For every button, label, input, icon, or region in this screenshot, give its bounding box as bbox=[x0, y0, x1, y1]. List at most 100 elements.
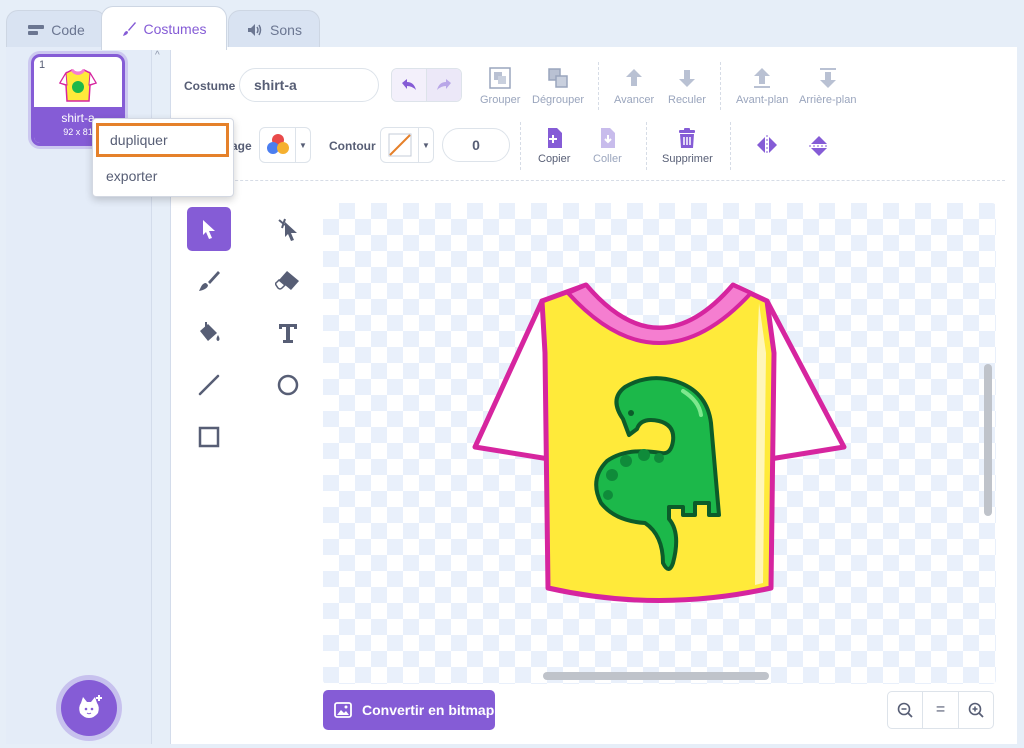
flip-vertical-button[interactable] bbox=[808, 134, 830, 162]
convert-bitmap-button[interactable]: Convertir en bitmap bbox=[323, 690, 495, 730]
ungroup-label: Dégrouper bbox=[532, 94, 584, 106]
tab-costumes[interactable]: Costumes bbox=[101, 6, 227, 50]
fill-dropdown-icon: ▼ bbox=[299, 140, 307, 150]
costume-name-label: Costume bbox=[184, 79, 236, 93]
reshape-icon bbox=[278, 218, 297, 241]
flip-horizontal-button[interactable] bbox=[755, 134, 779, 160]
zoom-reset-button[interactable]: = bbox=[923, 692, 959, 728]
backward-icon bbox=[678, 70, 695, 87]
zoom-in-button[interactable] bbox=[959, 692, 993, 728]
reshape-tool[interactable] bbox=[266, 207, 310, 251]
paste-label: Coller bbox=[593, 153, 622, 165]
context-menu: dupliquer exporter bbox=[92, 118, 234, 197]
flip-vertical-icon bbox=[809, 136, 829, 156]
list-scroll-up-icon[interactable]: ^ bbox=[155, 50, 160, 61]
stroke-swatch-icon bbox=[388, 133, 411, 157]
drawing-canvas[interactable] bbox=[323, 203, 996, 684]
copy-button[interactable]: Copier bbox=[538, 127, 570, 165]
text-t-icon bbox=[279, 324, 297, 343]
group-icon bbox=[489, 67, 511, 89]
shirt-drawing bbox=[472, 282, 847, 603]
arrow-pointer-icon bbox=[203, 220, 215, 239]
back-icon bbox=[819, 68, 836, 88]
redo-button[interactable] bbox=[426, 69, 461, 101]
brush-icon bbox=[123, 21, 137, 36]
menu-item-export[interactable]: exporter bbox=[95, 159, 231, 193]
tab-code[interactable]: Code bbox=[6, 10, 106, 48]
undo-button[interactable] bbox=[392, 69, 427, 101]
select-tool[interactable] bbox=[187, 207, 231, 251]
text-tool[interactable] bbox=[266, 311, 310, 355]
tab-sounds-label: Sons bbox=[270, 21, 302, 38]
delete-button[interactable]: Supprimer bbox=[662, 127, 713, 165]
separator bbox=[730, 122, 731, 170]
trash-icon bbox=[679, 128, 696, 148]
copy-label: Copier bbox=[538, 153, 571, 165]
image-icon bbox=[334, 702, 352, 718]
circle-icon bbox=[277, 374, 299, 396]
costume-number: 1 bbox=[39, 59, 46, 71]
back-label: Arrière-plan bbox=[799, 94, 857, 106]
separator bbox=[598, 62, 599, 110]
fill-label: age bbox=[231, 139, 252, 153]
rectangle-tool[interactable] bbox=[187, 415, 231, 459]
eraser-tool[interactable] bbox=[266, 259, 310, 303]
canvas-vertical-scrollbar[interactable] bbox=[984, 364, 992, 516]
separator bbox=[720, 62, 721, 110]
stroke-dropdown-icon: ▼ bbox=[422, 140, 430, 150]
brush-tool[interactable] bbox=[187, 259, 231, 303]
separator bbox=[646, 122, 647, 170]
stroke-width-input[interactable] bbox=[442, 128, 510, 162]
stroke-color-picker[interactable]: ▼ bbox=[380, 127, 434, 163]
speaker-icon bbox=[248, 23, 262, 36]
paste-button[interactable]: Coller bbox=[593, 127, 622, 165]
circle-tool[interactable] bbox=[266, 363, 310, 407]
tab-costumes-label: Costumes bbox=[143, 20, 207, 37]
zoom-controls: = bbox=[887, 691, 994, 729]
tab-code-label: Code bbox=[51, 21, 85, 38]
fill-tool[interactable] bbox=[187, 311, 231, 355]
canvas-horizontal-scrollbar[interactable] bbox=[543, 672, 769, 680]
forward-icon bbox=[626, 69, 643, 86]
line-tool[interactable] bbox=[187, 363, 231, 407]
bring-to-front-button[interactable]: Avant-plan bbox=[736, 66, 788, 106]
forward-label: Avancer bbox=[614, 94, 655, 106]
line-icon bbox=[198, 374, 220, 396]
paste-icon bbox=[601, 128, 616, 148]
flip-horizontal-icon bbox=[757, 135, 777, 155]
front-icon bbox=[754, 68, 771, 88]
menu-item-duplicate[interactable]: dupliquer bbox=[96, 123, 229, 157]
forward-button[interactable]: Avancer bbox=[614, 66, 654, 106]
costume-thumbnail bbox=[58, 68, 98, 102]
code-icon bbox=[28, 24, 45, 35]
toolbar-divider bbox=[175, 180, 1005, 181]
tab-sounds[interactable]: Sons bbox=[228, 10, 320, 48]
convert-bitmap-label: Convertir en bitmap bbox=[362, 702, 495, 718]
stroke-label: Contour bbox=[329, 139, 376, 153]
undo-icon bbox=[401, 79, 416, 90]
send-to-back-button[interactable]: Arrière-plan bbox=[799, 66, 856, 106]
ungroup-button[interactable]: Dégrouper bbox=[532, 66, 584, 106]
zoom-out-icon bbox=[897, 702, 913, 718]
fill-swatch-icon bbox=[266, 134, 289, 154]
cat-add-icon bbox=[79, 695, 102, 718]
zoom-in-icon bbox=[968, 702, 984, 718]
zoom-out-button[interactable] bbox=[888, 692, 924, 728]
costume-name-input[interactable] bbox=[239, 68, 379, 102]
group-label: Grouper bbox=[480, 94, 521, 106]
ungroup-icon bbox=[548, 68, 568, 88]
brush-tool-icon bbox=[199, 271, 220, 291]
separator bbox=[520, 122, 521, 170]
redo-icon bbox=[436, 79, 451, 90]
front-label: Avant-plan bbox=[736, 94, 789, 106]
eraser-icon bbox=[275, 271, 299, 290]
group-button[interactable]: Grouper bbox=[480, 66, 520, 106]
paint-bucket-icon bbox=[200, 322, 220, 341]
copy-icon bbox=[548, 128, 563, 148]
delete-label: Supprimer bbox=[662, 153, 713, 165]
add-costume-button[interactable] bbox=[61, 680, 117, 736]
fill-color-picker[interactable]: ▼ bbox=[259, 127, 311, 163]
backward-label: Reculer bbox=[668, 94, 706, 106]
backward-button[interactable]: Reculer bbox=[668, 66, 706, 106]
rectangle-icon bbox=[198, 426, 220, 448]
